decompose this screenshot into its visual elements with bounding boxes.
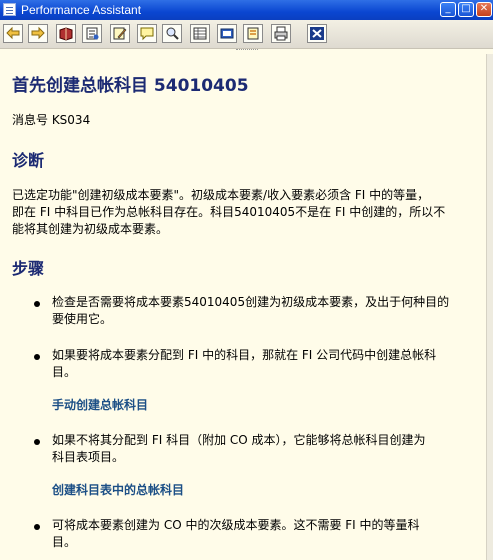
find-button[interactable]: [162, 24, 182, 43]
step-line: 科目表项目。: [52, 450, 125, 464]
message-number: 消息号 KS034: [12, 113, 91, 127]
bullet-icon: [34, 439, 40, 445]
list-icon: [193, 27, 207, 40]
help-book-button[interactable]: [56, 24, 76, 43]
settings-button[interactable]: [243, 24, 263, 43]
minimize-button[interactable]: _: [440, 2, 456, 17]
app-icon: [3, 3, 16, 16]
create-in-chart-link[interactable]: 创建科目表中的总帐科目: [52, 481, 184, 498]
toolbar: [0, 20, 493, 49]
find-icon: [166, 27, 179, 40]
step-item: 检查是否需要将成本要素54010405创建为初级成本要素，及出于何种目的 要使用…: [52, 294, 480, 328]
step-line: 如果要将成本要素分配到 FI 中的科目，那就在 FI 公司代码中创建总帐科: [52, 348, 437, 362]
maximize-button[interactable]: □: [458, 2, 474, 17]
settings-icon: [247, 27, 259, 40]
remark-icon: [140, 27, 154, 41]
edit-note-icon: [113, 27, 127, 40]
step-item: 如果要将成本要素分配到 FI 中的科目，那就在 FI 公司代码中创建总帐科 目。: [52, 347, 480, 381]
window-title: Performance Assistant: [21, 3, 142, 17]
forward-button[interactable]: [28, 24, 48, 43]
technical-info-button[interactable]: [82, 24, 102, 43]
bullet-icon: [34, 354, 40, 360]
close-icon: [310, 27, 324, 40]
help-content: 首先创建总帐科目 54010405 消息号 KS034 诊断 已选定功能"创建初…: [0, 54, 486, 560]
back-arrow-icon: [6, 26, 20, 40]
edit-button[interactable]: [110, 24, 130, 43]
print-button[interactable]: [271, 24, 291, 43]
remark-button[interactable]: [137, 24, 157, 43]
list-button[interactable]: [190, 24, 210, 43]
close-window-button[interactable]: ✕: [476, 2, 492, 17]
step-item: 可将成本要素创建为 CO 中的次级成本要素。这不需要 FI 中的等量科 目。: [52, 517, 480, 551]
document-icon: [220, 28, 234, 39]
step-line: 检查是否需要将成本要素54010405创建为初级成本要素，及出于何种目的: [52, 295, 450, 309]
diagnosis-line: 已选定功能"创建初级成本要素"。初级成本要素/收入要素必须含 FI 中的等量，: [12, 188, 430, 202]
document-button[interactable]: [217, 24, 237, 43]
back-button[interactable]: [3, 24, 23, 43]
procedure-heading: 步骤: [12, 259, 45, 278]
print-icon: [274, 26, 288, 41]
bullet-icon: [34, 524, 40, 530]
title-bar: Performance Assistant _ □ ✕: [0, 0, 493, 20]
vertical-scrollbar[interactable]: [486, 54, 493, 560]
diagnosis-line: 能将其创建为初级成本要素。: [12, 222, 169, 236]
step-line: 目。: [52, 365, 77, 379]
close-help-button[interactable]: [307, 24, 327, 43]
step-line: 可将成本要素创建为 CO 中的次级成本要素。这不需要 FI 中的等量科: [52, 518, 420, 532]
create-gl-account-link[interactable]: 手动创建总帐科目: [52, 396, 148, 413]
step-line: 如果不将其分配到 FI 科目（附加 CO 成本），它能够将总帐科目创建为: [52, 433, 426, 447]
diagnosis-line: 即在 FI 中科目已作为总帐科目存在。科目54010405不是在 FI 中创建的…: [12, 205, 446, 219]
splitter-grip[interactable]: [236, 49, 258, 52]
book-icon: [59, 27, 73, 41]
bullet-icon: [34, 301, 40, 307]
page-title: 首先创建总帐科目 54010405: [12, 76, 249, 96]
step-item: 如果不将其分配到 FI 科目（附加 CO 成本），它能够将总帐科目创建为 科目表…: [52, 432, 480, 466]
technical-info-icon: [86, 27, 99, 40]
step-line: 目。: [52, 535, 77, 549]
step-line: 要使用它。: [52, 312, 113, 326]
forward-arrow-icon: [31, 26, 45, 40]
diagnosis-text: 已选定功能"创建初级成本要素"。初级成本要素/收入要素必须含 FI 中的等量， …: [12, 187, 482, 238]
diagnosis-heading: 诊断: [12, 151, 45, 170]
